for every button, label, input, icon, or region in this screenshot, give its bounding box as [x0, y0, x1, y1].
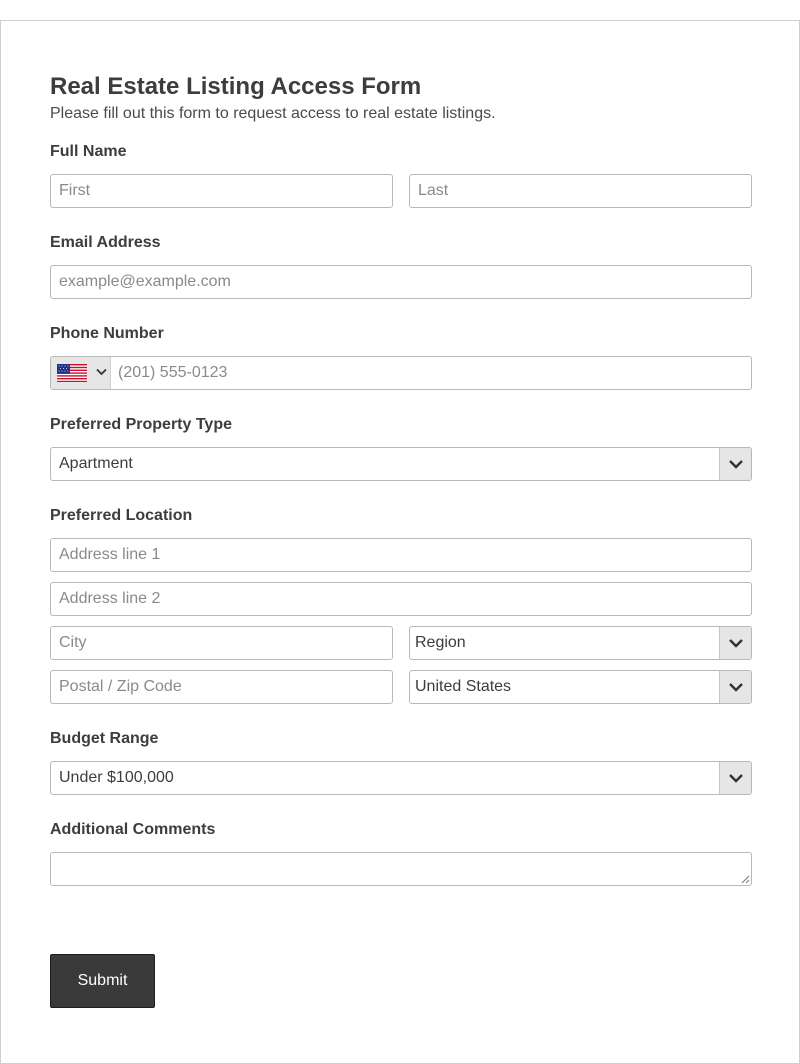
comments-textarea[interactable] [50, 852, 752, 886]
city-input[interactable] [50, 626, 393, 660]
chevron-down-icon [728, 683, 743, 692]
first-name-input[interactable] [50, 174, 393, 208]
country-select[interactable]: United States [409, 670, 752, 704]
form-title: Real Estate Listing Access Form [50, 73, 422, 100]
address-line-1-input[interactable] [50, 538, 752, 572]
phone-field [50, 356, 752, 390]
chevron-down-icon [728, 460, 743, 469]
country-dropdown-button[interactable] [719, 671, 751, 703]
chevron-down-icon [728, 774, 743, 783]
last-name-input[interactable] [409, 174, 752, 208]
property-type-dropdown-button[interactable] [719, 448, 751, 480]
us-flag-icon [57, 364, 87, 382]
comments-label: Additional Comments [50, 821, 216, 838]
chevron-down-icon [96, 368, 107, 376]
email-input[interactable] [50, 265, 752, 299]
chevron-down-icon [728, 639, 743, 648]
form-page: Real Estate Listing Access Form Please f… [0, 20, 800, 1064]
full-name-label: Full Name [50, 143, 127, 160]
country-code-dropdown[interactable] [51, 357, 111, 389]
budget-dropdown-button[interactable] [719, 762, 751, 794]
phone-label: Phone Number [50, 325, 164, 342]
property-type-value: Apartment [59, 455, 133, 472]
property-type-select[interactable]: Apartment [50, 447, 752, 481]
phone-input[interactable] [111, 357, 751, 389]
property-type-label: Preferred Property Type [50, 416, 232, 433]
location-label: Preferred Location [50, 507, 193, 524]
region-value: Region [415, 634, 466, 651]
budget-value: Under $100,000 [59, 769, 174, 786]
address-line-2-input[interactable] [50, 582, 752, 616]
submit-button[interactable]: Submit [50, 954, 155, 1008]
region-dropdown-button[interactable] [719, 627, 751, 659]
postal-code-input[interactable] [50, 670, 393, 704]
budget-label: Budget Range [50, 730, 159, 747]
form-subtitle: Please fill out this form to request acc… [50, 105, 496, 122]
region-select[interactable]: Region [409, 626, 752, 660]
resize-grip-icon[interactable] [741, 875, 750, 884]
email-label: Email Address [50, 234, 161, 251]
budget-select[interactable]: Under $100,000 [50, 761, 752, 795]
country-value: United States [415, 678, 512, 695]
